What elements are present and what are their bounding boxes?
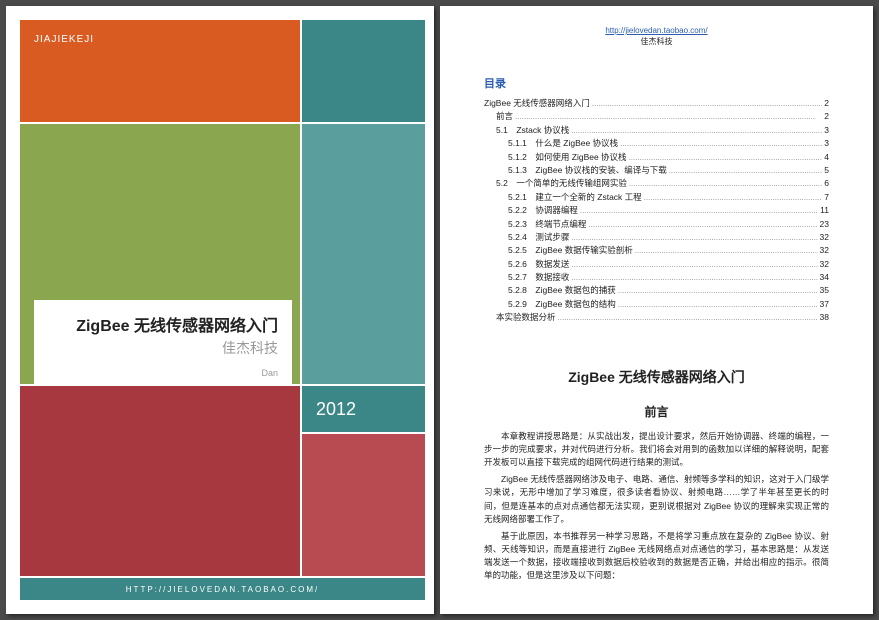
toc-page: 3 <box>824 124 829 137</box>
toc-page: 5 <box>824 164 829 177</box>
block-red <box>20 386 300 576</box>
page-toc: http://jielovedan.taobao.com/ 佳杰科技 目录 Zi… <box>440 6 873 614</box>
toc-dots <box>580 204 818 217</box>
toc-dots <box>620 137 822 150</box>
toc-label: 5.2.2 协调器编程 <box>508 204 578 217</box>
toc-row: 前言 2 <box>484 110 829 123</box>
toc-label: 5.2.8 ZigBee 数据包的捕获 <box>508 284 616 297</box>
paragraph: 基于此原因，本书推荐另一种学习思路，不是将学习重点放在复杂的 ZigBee 协议… <box>484 530 829 583</box>
toc-dots <box>571 124 822 137</box>
toc-label: 5.2.3 终端节点编程 <box>508 218 586 231</box>
toc-page: 4 <box>824 151 829 164</box>
cover-footer-text: HTTP://JIELOVEDAN.TAOBAO.COM/ <box>126 585 319 594</box>
toc-label: 5.1.3 ZigBee 协议栈的安装、编译与下载 <box>508 164 667 177</box>
toc-label: 5.1 Zstack 协议栈 <box>496 124 569 137</box>
toc-dots <box>592 97 822 110</box>
toc-dots <box>629 177 822 190</box>
toc-dots <box>571 271 817 284</box>
toc-dots <box>515 110 822 123</box>
toc-row: 本实验数据分析 38 <box>484 311 829 324</box>
toc-page: 11 <box>820 204 829 217</box>
toc-row: 5.2.1 建立一个全新的 Zstack 工程 7 <box>484 191 829 204</box>
toc-page: 34 <box>820 271 829 284</box>
toc-row: 5.1.2 如何使用 ZigBee 协议栈 4 <box>484 151 829 164</box>
toc-page: 32 <box>820 244 829 257</box>
cover-layout: JIAJIEKEJI ZigBee 无线传感器网络入门 佳杰科技 Dan 201… <box>20 20 420 600</box>
toc-page: 37 <box>820 298 829 311</box>
paragraph: ZigBee 无线传感器网络涉及电子、电路、通信、射频等多学科的知识，这对于入门… <box>484 473 829 526</box>
paragraph: 本章教程讲授思路是：从实战出发，提出设计要求，然后开始协调器、终端的编程，一步一… <box>484 430 829 470</box>
toc-row: 5.1 Zstack 协议栈 3 <box>484 124 829 137</box>
toc-label: 5.2 一个简单的无线传输组网实验 <box>496 177 627 190</box>
toc-row: 5.2.7 数据接收 34 <box>484 271 829 284</box>
toc-label: 本实验数据分析 <box>496 311 556 324</box>
title-box: ZigBee 无线传感器网络入门 佳杰科技 Dan <box>34 300 292 400</box>
toc-row: 5.1.1 什么是 ZigBee 协议栈 3 <box>484 137 829 150</box>
header-brand: 佳杰科技 <box>484 36 829 47</box>
toc-row: 5.2.3 终端节点编程 23 <box>484 218 829 231</box>
cover-author: Dan <box>48 368 278 378</box>
toc-label: 5.1.2 如何使用 ZigBee 协议栈 <box>508 151 627 164</box>
toc-dots <box>618 298 818 311</box>
body-title: ZigBee 无线传感器网络入门 <box>484 367 829 387</box>
toc-row: 5.2.6 数据发送 32 <box>484 258 829 271</box>
toc-page: 32 <box>820 258 829 271</box>
toc-label: 5.2.4 测试步骤 <box>508 231 569 244</box>
toc-row: 5.2.9 ZigBee 数据包的结构 37 <box>484 298 829 311</box>
toc-dots <box>571 258 817 271</box>
cover-footer: HTTP://JIELOVEDAN.TAOBAO.COM/ <box>20 578 425 600</box>
toc-label: 前言 <box>496 110 513 123</box>
toc-dots <box>669 164 823 177</box>
toc-dots <box>588 218 817 231</box>
toc-dots <box>629 151 823 164</box>
toc-heading: 目录 <box>484 75 829 91</box>
toc-row: 5.2.2 协调器编程 11 <box>484 204 829 217</box>
toc-dots <box>644 191 823 204</box>
toc-dots <box>571 231 817 244</box>
toc-page: 2 <box>824 110 829 123</box>
toc-label: 5.2.5 ZigBee 数据传输实验剖析 <box>508 244 633 257</box>
toc-label: 5.1.1 什么是 ZigBee 协议栈 <box>508 137 618 150</box>
toc-row: 5.1.3 ZigBee 协议栈的安装、编译与下载 5 <box>484 164 829 177</box>
cover-title: ZigBee 无线传感器网络入门 <box>48 312 278 336</box>
toc-row: 5.2.8 ZigBee 数据包的捕获 35 <box>484 284 829 297</box>
block-olive: ZigBee 无线传感器网络入门 佳杰科技 Dan <box>20 124 300 384</box>
toc-page: 23 <box>820 218 829 231</box>
block-orange: JIAJIEKEJI <box>20 20 300 122</box>
toc-list: ZigBee 无线传感器网络入门2前言25.1 Zstack 协议栈35.1.1… <box>484 97 829 325</box>
block-red2 <box>302 434 425 576</box>
toc-row: 5.2 一个简单的无线传输组网实验 6 <box>484 177 829 190</box>
toc-page: 35 <box>820 284 829 297</box>
toc-row: 5.2.4 测试步骤 32 <box>484 231 829 244</box>
toc-dots <box>558 311 818 324</box>
toc-page: 3 <box>824 137 829 150</box>
toc-page: 7 <box>824 191 829 204</box>
toc-label: 5.2.9 ZigBee 数据包的结构 <box>508 298 616 311</box>
block-teal-top <box>302 20 425 122</box>
toc-row: 5.2.5 ZigBee 数据传输实验剖析 32 <box>484 244 829 257</box>
toc-label: 5.2.1 建立一个全新的 Zstack 工程 <box>508 191 642 204</box>
toc-dots <box>618 284 818 297</box>
toc-row: ZigBee 无线传感器网络入门 2 <box>484 97 829 110</box>
toc-page: 38 <box>820 311 829 324</box>
toc-page: 2 <box>824 97 829 110</box>
cover-subtitle: 佳杰科技 <box>48 338 278 358</box>
page-cover: JIAJIEKEJI ZigBee 无线传感器网络入门 佳杰科技 Dan 201… <box>6 6 434 614</box>
cover-year: 2012 <box>316 399 356 420</box>
toc-dots <box>635 244 818 257</box>
cover-header-label: JIAJIEKEJI <box>34 34 94 45</box>
toc-page: 6 <box>824 177 829 190</box>
block-teal-right <box>302 124 425 384</box>
toc-label: ZigBee 无线传感器网络入门 <box>484 97 590 110</box>
header-link[interactable]: http://jielovedan.taobao.com/ <box>484 26 829 35</box>
body-subtitle: 前言 <box>484 403 829 420</box>
toc-label: 5.2.6 数据发送 <box>508 258 569 271</box>
block-year: 2012 <box>302 386 425 432</box>
toc-label: 5.2.7 数据接收 <box>508 271 569 284</box>
toc-page: 32 <box>820 231 829 244</box>
